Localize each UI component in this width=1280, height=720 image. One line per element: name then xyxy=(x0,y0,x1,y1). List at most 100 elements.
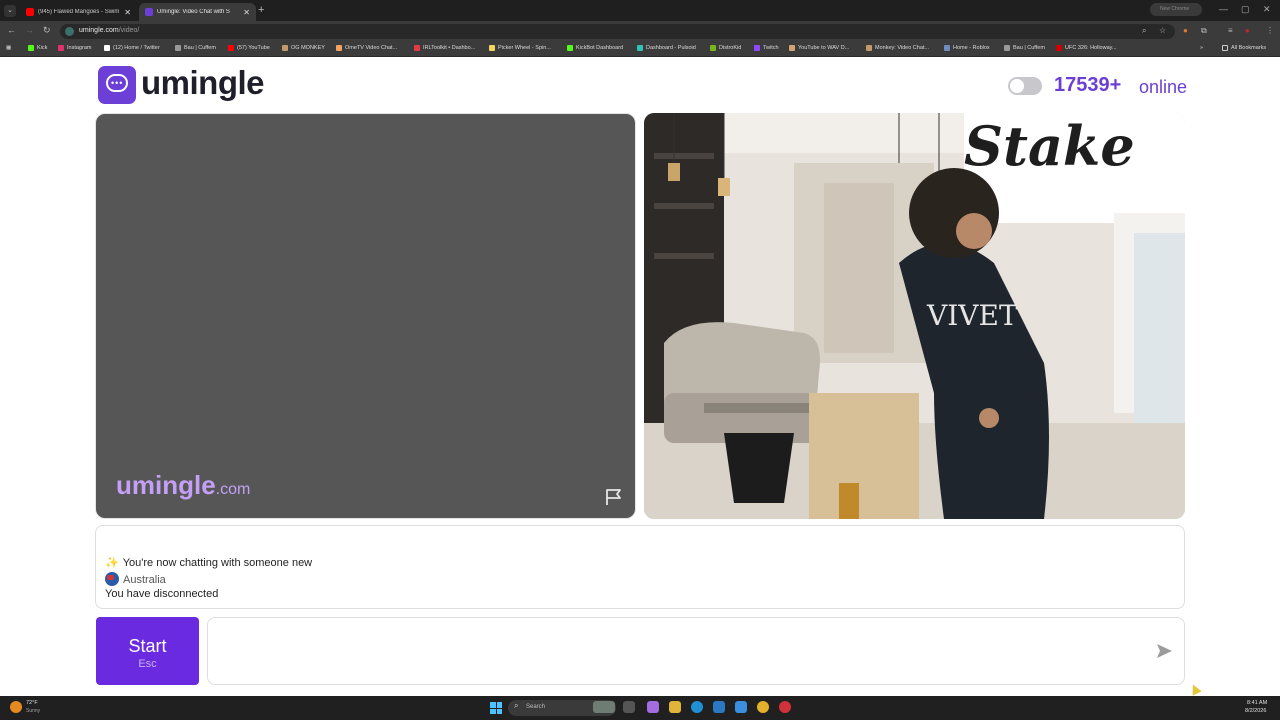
bookmark-item[interactable]: Home - Roblox xyxy=(944,45,990,51)
weather-temperature[interactable]: 72°F xyxy=(26,700,38,706)
all-bookmarks[interactable]: All Bookmarks xyxy=(1222,45,1266,51)
svg-text:VIVET: VIVET xyxy=(926,299,1018,332)
bookmarks-overflow-icon[interactable]: » xyxy=(1200,45,1203,51)
bookmark-favicon-icon xyxy=(1056,45,1062,51)
bookmark-label: Kick xyxy=(37,45,48,51)
taskbar-search-label: Search xyxy=(526,704,546,710)
send-icon[interactable] xyxy=(1156,643,1173,659)
bookmark-item[interactable]: Twitch xyxy=(754,45,779,51)
task-view-icon[interactable] xyxy=(623,701,635,713)
local-video xyxy=(95,113,636,519)
browser-menu-icon[interactable]: ⋮ xyxy=(1266,26,1274,35)
clock-time[interactable]: 8:41 AM xyxy=(1247,700,1267,706)
url-text[interactable]: umingle.com/video/ xyxy=(79,27,139,34)
report-flag-icon[interactable] xyxy=(604,488,624,506)
file-explorer-icon[interactable] xyxy=(669,701,681,713)
bookmark-label: Bau | Cuffem xyxy=(184,45,216,51)
copilot-icon[interactable] xyxy=(647,701,659,713)
bookmark-item[interactable]: Monkey: Video Chat... xyxy=(866,45,929,51)
bookmark-item[interactable]: Bau | Cuffem xyxy=(175,45,216,51)
bookmark-label: (57) YouTube xyxy=(237,45,270,51)
os-taskbar xyxy=(0,696,1280,720)
zoom-icon[interactable]: ⌕ xyxy=(1142,26,1146,36)
start-button-label[interactable]: Start xyxy=(96,636,199,657)
bookmark-label: UFC 326: Holloway... xyxy=(1065,45,1117,51)
bookmark-item[interactable]: Kick xyxy=(28,45,47,51)
new-tab-icon[interactable]: + xyxy=(258,4,264,16)
remote-video: Stake CK VIVET xyxy=(644,113,1185,519)
extensions-puzzle-icon[interactable]: ⧉ xyxy=(1201,26,1207,36)
weather-sun-icon[interactable] xyxy=(10,701,22,713)
bookmark-favicon-icon xyxy=(1004,45,1010,51)
url-domain: umingle.com xyxy=(79,27,119,34)
bookmark-label: KickBot Dashboard xyxy=(576,45,624,51)
bookmark-label: (12) Home / Twitter xyxy=(113,45,160,51)
toggle-knob xyxy=(1010,79,1024,93)
online-count: 17539+ xyxy=(1054,74,1122,96)
bookmark-item[interactable]: Bau | Cuffem xyxy=(1004,45,1045,51)
media-controls-icon[interactable]: ≡ xyxy=(1228,26,1233,35)
bookmark-label: Twitch xyxy=(763,45,779,51)
store-icon[interactable] xyxy=(713,701,725,713)
tab-title: (945) Flawed Mangoes - Swim xyxy=(38,9,120,15)
bookmark-item[interactable]: Picker Wheel - Spin... xyxy=(489,45,551,51)
tab-title: Umingle: Video Chat with S xyxy=(157,9,230,15)
youtube-favicon-icon xyxy=(26,8,34,16)
site-info-icon[interactable] xyxy=(65,27,74,36)
close-window-icon[interactable]: ✕ xyxy=(1263,4,1271,15)
url-path: /video/ xyxy=(118,27,140,34)
bookmark-item[interactable]: UFC 326: Holloway... xyxy=(1056,45,1117,51)
widgets-icon[interactable] xyxy=(593,701,615,713)
apps-grid-icon[interactable]: ▦ xyxy=(6,45,11,51)
bookmark-item[interactable]: IRLToolkit • Dashbo... xyxy=(414,45,475,51)
bookmark-favicon-icon xyxy=(58,45,64,51)
clock-date[interactable]: 8/2/2026 xyxy=(1245,708,1266,714)
reload-icon[interactable]: ↻ xyxy=(43,25,51,36)
bookmark-favicon-icon xyxy=(944,45,950,51)
country-message: Australia xyxy=(105,572,166,586)
bookmark-favicon-icon xyxy=(228,45,234,51)
back-icon[interactable]: ← xyxy=(7,25,16,35)
bookmark-label: Monkey: Video Chat... xyxy=(875,45,930,51)
bookmark-item[interactable]: (57) YouTube xyxy=(228,45,270,51)
edge-icon[interactable] xyxy=(691,701,703,713)
extension-icon[interactable]: ● xyxy=(1183,26,1188,35)
brand-name[interactable]: umingle xyxy=(141,64,265,102)
bookmark-item[interactable]: YouTube to WAV D... xyxy=(789,45,849,51)
search-icon: ⌕ xyxy=(514,701,519,710)
address-bar[interactable] xyxy=(60,24,1175,39)
weather-condition: Sunny xyxy=(26,708,41,714)
maximize-icon[interactable]: ▢ xyxy=(1241,4,1250,15)
chrome-icon[interactable] xyxy=(757,701,769,713)
bookmark-item[interactable]: OmeTV Video Chat... xyxy=(336,45,397,51)
video-watermark: umingle.com xyxy=(116,470,250,501)
tab-search-icon[interactable]: ⌄ xyxy=(4,5,16,17)
message-input[interactable] xyxy=(207,617,1185,685)
mail-icon[interactable] xyxy=(735,701,747,713)
bookmark-item[interactable]: OG MONKEY xyxy=(282,45,325,51)
bookmark-star-icon[interactable]: ☆ xyxy=(1159,26,1166,35)
bookmark-label: Bau | Cuffem xyxy=(1013,45,1045,51)
bookmark-label: Dashboard - Pulsoid xyxy=(646,45,696,51)
mouse-cursor-icon xyxy=(1188,682,1202,696)
bookmark-favicon-icon xyxy=(710,45,716,51)
online-label: online xyxy=(1139,77,1188,97)
browser-tab[interactable]: (945) Flawed Mangoes - Swim ✕ xyxy=(20,3,137,21)
bookmark-item[interactable]: DistroKid xyxy=(710,45,741,51)
bookmark-item[interactable]: Dashboard - Pulsoid xyxy=(637,45,696,51)
all-bookmarks-label: All Bookmarks xyxy=(1231,45,1267,51)
close-tab-icon[interactable]: ✕ xyxy=(243,8,250,17)
windows-start-icon[interactable] xyxy=(490,702,502,714)
bookmark-item[interactable]: KickBot Dashboard xyxy=(567,45,623,51)
obs-icon[interactable] xyxy=(779,701,791,713)
minimize-icon[interactable]: — xyxy=(1219,4,1228,14)
bookmark-label: Picker Wheel - Spin... xyxy=(498,45,551,51)
bookmark-item[interactable]: (12) Home / Twitter xyxy=(104,45,160,51)
profile-pill[interactable]: New Chrome xyxy=(1150,3,1202,16)
browser-tab-active[interactable]: Umingle: Video Chat with S ✕ xyxy=(139,3,256,21)
forward-icon[interactable]: → xyxy=(25,25,34,35)
bookmark-item[interactable]: Instagram xyxy=(58,45,91,51)
system-message: ✨ You're now chatting with someone new xyxy=(105,556,312,569)
close-tab-icon[interactable]: ✕ xyxy=(124,8,131,17)
profile-avatar-icon[interactable]: ● xyxy=(1245,26,1250,35)
